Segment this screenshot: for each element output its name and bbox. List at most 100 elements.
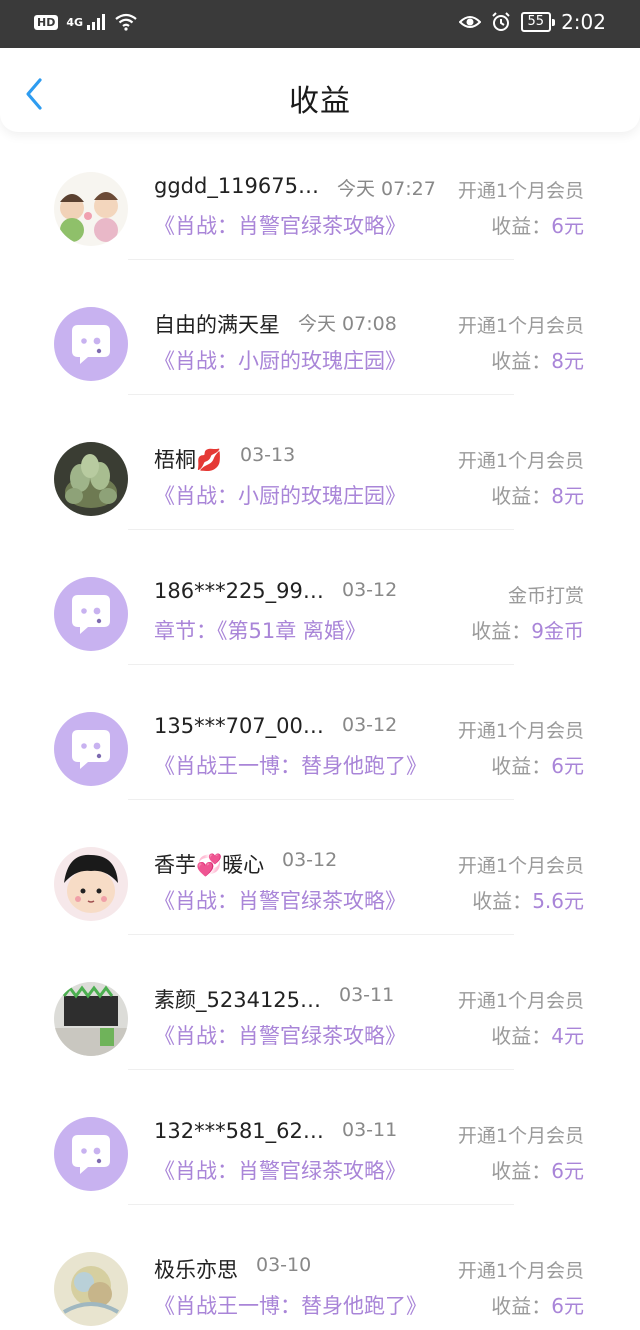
timestamp: 03-12 <box>342 579 398 601</box>
earning-amount: 收益：8元 <box>491 480 584 509</box>
earning-amount: 收益：6元 <box>491 1290 584 1319</box>
list-item[interactable]: 素颜_5234125… 03-11 开通1个月会员 《肖战：肖警官绿茶攻略》 收… <box>0 960 640 1095</box>
divider <box>128 259 514 260</box>
earning-amount: 收益：6元 <box>491 210 584 239</box>
user-name: 香芋💞暖心 <box>154 853 265 877</box>
list-item[interactable]: 186***225_99… 03-12 金币打赏 章节：《第51章 离婚》 收益… <box>0 555 640 690</box>
earning-amount: 收益：6元 <box>491 750 584 779</box>
earning-type: 开通1个月会员 <box>457 855 584 877</box>
amount-value: 6元 <box>551 1294 584 1318</box>
work-title[interactable]: 《肖战：小厨的玫瑰庄园》 <box>154 480 406 510</box>
list-item[interactable]: 自由的满天星 今天 07:08 开通1个月会员 《肖战：小厨的玫瑰庄园》 收益：… <box>0 285 640 420</box>
amount-value: 8元 <box>551 484 584 508</box>
divider <box>128 529 514 530</box>
default-chat-avatar[interactable] <box>54 1117 128 1191</box>
earning-label: 收益： <box>491 349 552 373</box>
earnings-list: ggdd_119675… 今天 07:27 开通1个月会员 《肖战：肖警官绿茶攻… <box>0 150 640 1330</box>
default-chat-avatar[interactable] <box>54 307 128 381</box>
earning-type: 开通1个月会员 <box>457 315 584 337</box>
earning-amount: 收益：6元 <box>491 1155 584 1184</box>
work-title[interactable]: 《肖战王一博：替身他跑了》 <box>154 1290 427 1320</box>
user-name: 极乐亦思 <box>154 1258 238 1282</box>
timestamp: 03-11 <box>339 984 395 1006</box>
divider <box>128 394 514 395</box>
wifi-icon <box>115 13 137 31</box>
earning-label: 收益： <box>491 214 552 238</box>
painting-avatar[interactable] <box>54 1252 128 1326</box>
work-title[interactable]: 《肖战：肖警官绿茶攻略》 <box>154 1155 406 1185</box>
list-item[interactable]: ggdd_119675… 今天 07:27 开通1个月会员 《肖战：肖警官绿茶攻… <box>0 150 640 285</box>
list-item[interactable]: 香芋💞暖心 03-12 开通1个月会员 《肖战：肖警官绿茶攻略》 收益：5.6元 <box>0 825 640 960</box>
earning-type: 开通1个月会员 <box>457 720 584 742</box>
earning-type: 开通1个月会员 <box>457 450 584 472</box>
work-title[interactable]: 《肖战：肖警官绿茶攻略》 <box>154 1020 406 1050</box>
user-name: 素颜_5234125… <box>154 988 322 1012</box>
earning-type: 开通1个月会员 <box>457 990 584 1012</box>
earning-type: 金币打赏 <box>507 585 584 607</box>
status-left: HD 4G <box>34 13 137 31</box>
amount-value: 5.6元 <box>532 889 584 913</box>
earning-label: 收益： <box>491 1159 552 1183</box>
list-item[interactable]: 极乐亦思 03-10 开通1个月会员 《肖战王一博：替身他跑了》 收益：6元 <box>0 1230 640 1330</box>
divider <box>128 799 514 800</box>
earning-type: 开通1个月会员 <box>457 1125 584 1147</box>
earning-label: 收益： <box>471 619 532 643</box>
alarm-icon <box>491 12 510 31</box>
header: 收益 <box>0 48 640 132</box>
list-item[interactable]: 132***581_62… 03-11 开通1个月会员 《肖战：肖警官绿茶攻略》… <box>0 1095 640 1230</box>
user-name: 132***581_62… <box>154 1119 324 1143</box>
timestamp: 03-11 <box>342 1119 398 1141</box>
signal-icon <box>87 14 106 30</box>
timestamp: 03-12 <box>282 849 338 871</box>
cartoon-kid-avatar[interactable] <box>54 847 128 921</box>
earning-amount: 收益：9金币 <box>471 615 584 644</box>
user-name: 186***225_99… <box>154 579 324 603</box>
status-right: 55 2:02 <box>458 10 606 34</box>
amount-value: 9金币 <box>531 619 584 643</box>
amount-value: 6元 <box>551 214 584 238</box>
default-chat-avatar[interactable] <box>54 577 128 651</box>
list-item[interactable]: 梧桐💋 03-13 开通1个月会员 《肖战：小厨的玫瑰庄园》 收益：8元 <box>0 420 640 555</box>
cartoon-pair-avatar[interactable] <box>54 172 128 246</box>
earning-label: 收益： <box>472 889 533 913</box>
earning-type: 开通1个月会员 <box>457 180 584 202</box>
succulent-avatar[interactable] <box>54 442 128 516</box>
divider <box>128 1069 514 1070</box>
timestamp: 今天 07:27 <box>337 178 436 200</box>
default-chat-avatar[interactable] <box>54 712 128 786</box>
earning-label: 收益： <box>491 484 552 508</box>
earning-label: 收益： <box>491 754 552 778</box>
earning-type: 开通1个月会员 <box>457 1260 584 1282</box>
network-type: 4G <box>66 15 84 29</box>
hd-badge: HD <box>34 14 59 30</box>
amount-value: 6元 <box>551 754 584 778</box>
amount-value: 4元 <box>551 1024 584 1048</box>
amount-value: 8元 <box>551 349 584 373</box>
status-bar: HD 4G 55 2:02 <box>0 0 640 48</box>
timestamp: 今天 07:08 <box>298 313 397 335</box>
user-name: 自由的满天星 <box>154 313 280 337</box>
earning-amount: 收益：5.6元 <box>472 885 584 914</box>
timestamp: 03-12 <box>342 714 398 736</box>
work-title[interactable]: 《肖战王一博：替身他跑了》 <box>154 750 427 780</box>
earning-label: 收益： <box>491 1294 552 1318</box>
status-time: 2:02 <box>561 10 606 34</box>
earning-amount: 收益：8元 <box>491 345 584 374</box>
list-item[interactable]: 135***707_00… 03-12 开通1个月会员 《肖战王一博：替身他跑了… <box>0 690 640 825</box>
page-title: 收益 <box>289 84 351 119</box>
work-title[interactable]: 《肖战：肖警官绿茶攻略》 <box>154 885 406 915</box>
user-name: 135***707_00… <box>154 714 324 738</box>
work-title[interactable]: 《肖战：小厨的玫瑰庄园》 <box>154 345 406 375</box>
amount-value: 6元 <box>551 1159 584 1183</box>
user-name: 梧桐💋 <box>154 448 223 472</box>
work-title[interactable]: 章节：《第51章 离婚》 <box>154 615 366 645</box>
timestamp: 03-10 <box>256 1254 312 1276</box>
divider <box>128 1204 514 1205</box>
timestamp: 03-13 <box>240 444 296 466</box>
divider <box>128 664 514 665</box>
room-photo-avatar[interactable] <box>54 982 128 1056</box>
earning-label: 收益： <box>491 1024 552 1048</box>
eye-icon <box>458 16 481 28</box>
battery-indicator: 55 <box>520 12 555 32</box>
work-title[interactable]: 《肖战：肖警官绿茶攻略》 <box>154 210 406 240</box>
